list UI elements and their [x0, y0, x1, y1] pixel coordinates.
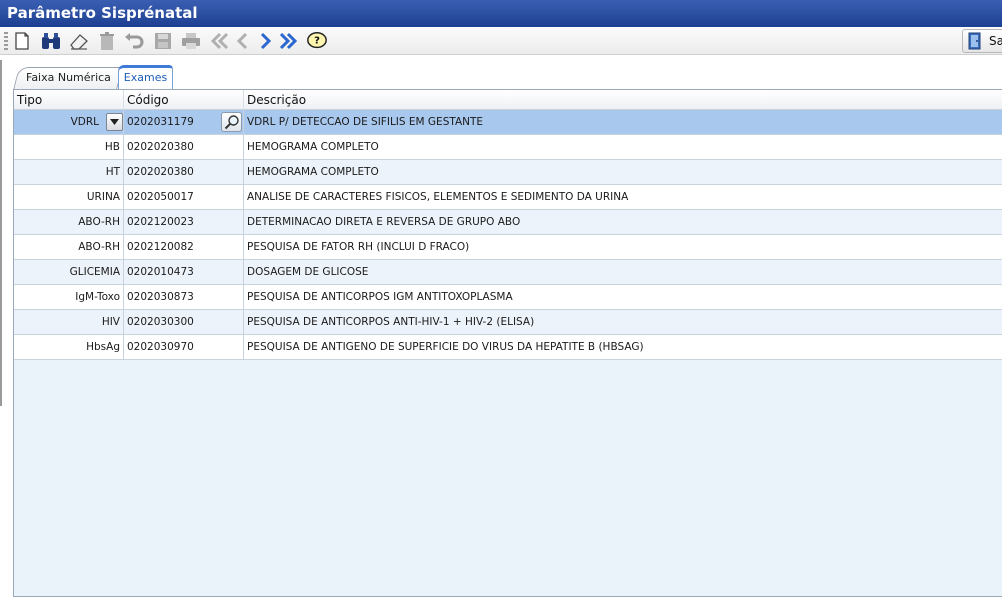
column-header-descricao[interactable]: Descrição: [244, 90, 1002, 110]
exit-door-icon: [968, 32, 981, 50]
help-bubble-icon: ?: [307, 32, 327, 49]
magnifier-icon: [224, 115, 239, 130]
exit-button[interactable]: Sa: [962, 29, 1002, 53]
cell-tipo[interactable]: HT: [14, 160, 124, 184]
help-button[interactable]: ?: [306, 30, 328, 52]
cell-codigo[interactable]: 0202030873: [124, 285, 244, 309]
cell-tipo[interactable]: HIV: [14, 310, 124, 334]
cell-descricao[interactable]: PESQUISA DE ANTICORPOS IGM ANTITOXOPLASM…: [244, 285, 1002, 309]
cell-codigo[interactable]: 0202030970: [124, 335, 244, 359]
exit-button-label: Sa: [989, 34, 1002, 48]
undo-button[interactable]: [123, 30, 145, 52]
chevron-down-icon: [110, 119, 119, 125]
new-button[interactable]: [11, 30, 33, 52]
previous-record-button[interactable]: [232, 30, 254, 52]
cell-tipo[interactable]: GLICEMIA: [14, 260, 124, 284]
table-row[interactable]: ABO-RH 0202120082 PESQUISA DE FATOR RH (…: [14, 235, 1002, 260]
svg-text:?: ?: [314, 36, 320, 47]
cell-tipo[interactable]: HB: [14, 135, 124, 159]
grid-header: Tipo Código Descrição: [14, 90, 1002, 110]
window-title: Parâmetro Sisprénatal: [0, 0, 1002, 27]
eraser-icon: [70, 34, 88, 50]
chevron-left-icon: [236, 32, 248, 50]
table-row[interactable]: ABO-RH 0202120023 DETERMINACAO DIRETA E …: [14, 210, 1002, 235]
undo-icon: [125, 33, 144, 49]
table-row[interactable]: URINA 0202050017 ANALISE DE CARACTERES F…: [14, 185, 1002, 210]
last-record-button[interactable]: [277, 30, 299, 52]
cell-codigo[interactable]: 0202120023: [124, 210, 244, 234]
table-row[interactable]: HbsAg 0202030970 PESQUISA DE ANTIGENO DE…: [14, 335, 1002, 360]
cell-descricao[interactable]: PESQUISA DE ANTICORPOS ANTI-HIV-1 + HIV-…: [244, 310, 1002, 334]
cell-descricao[interactable]: HEMOGRAMA COMPLETO: [244, 160, 1002, 184]
cell-tipo[interactable]: ABO-RH: [14, 235, 124, 259]
tab-exames[interactable]: Exames: [118, 65, 173, 89]
new-document-icon: [15, 32, 29, 50]
tab-exames-label: Exames: [123, 71, 168, 84]
tab-faixa-numerica-label: Faixa Numérica: [25, 71, 111, 84]
column-header-codigo[interactable]: Código: [124, 90, 244, 110]
cell-descricao[interactable]: HEMOGRAMA COMPLETO: [244, 135, 1002, 159]
toolbar: ? Sa: [0, 27, 1002, 55]
cell-codigo[interactable]: 0202120082: [124, 235, 244, 259]
cell-descricao[interactable]: PESQUISA DE ANTIGENO DE SUPERFICIE DO VI…: [244, 335, 1002, 359]
table-row[interactable]: VDRL 0202031179 VDRL P/ DETECCAO DE SIFI…: [14, 110, 1002, 135]
splitter[interactable]: [0, 60, 2, 406]
codigo-lookup-button[interactable]: [221, 112, 242, 132]
cell-codigo[interactable]: 0202010473: [124, 260, 244, 284]
print-button[interactable]: [180, 30, 202, 52]
grid-rows: VDRL 0202031179 VDRL P/ DETECCAO DE SIFI…: [14, 110, 1002, 360]
double-chevron-left-icon: [210, 32, 229, 50]
cell-tipo[interactable]: HbsAg: [14, 335, 124, 359]
cell-descricao[interactable]: VDRL P/ DETECCAO DE SIFILIS EM GESTANTE: [244, 110, 1002, 134]
tipo-dropdown-button[interactable]: [106, 113, 123, 131]
table-row[interactable]: HIV 0202030300 PESQUISA DE ANTICORPOS AN…: [14, 310, 1002, 335]
toolbar-grip[interactable]: [4, 32, 8, 50]
cell-tipo[interactable]: URINA: [14, 185, 124, 209]
delete-button[interactable]: [96, 30, 118, 52]
save-button[interactable]: [152, 30, 174, 52]
cell-codigo[interactable]: 0202050017: [124, 185, 244, 209]
table-row[interactable]: GLICEMIA 0202010473 DOSAGEM DE GLICOSE: [14, 260, 1002, 285]
trash-icon: [100, 32, 114, 50]
cell-tipo[interactable]: IgM-Toxo: [14, 285, 124, 309]
search-button[interactable]: [40, 30, 62, 52]
table-row[interactable]: IgM-Toxo 0202030873 PESQUISA DE ANTICORP…: [14, 285, 1002, 310]
tab-faixa-numerica[interactable]: Faixa Numérica: [13, 67, 123, 89]
next-record-button[interactable]: [254, 30, 276, 52]
cell-tipo[interactable]: ABO-RH: [14, 210, 124, 234]
cell-codigo[interactable]: 0202030300: [124, 310, 244, 334]
printer-icon: [182, 33, 200, 49]
column-header-tipo[interactable]: Tipo: [14, 90, 124, 110]
tab-strip: Faixa Numérica Exames: [0, 55, 1002, 89]
binoculars-icon: [42, 33, 60, 49]
cell-codigo[interactable]: 0202020380: [124, 160, 244, 184]
cell-descricao[interactable]: DOSAGEM DE GLICOSE: [244, 260, 1002, 284]
first-record-button[interactable]: [209, 30, 231, 52]
chevron-right-icon: [260, 32, 272, 50]
double-chevron-right-icon: [279, 32, 298, 50]
cell-codigo[interactable]: 0202020380: [124, 135, 244, 159]
exames-grid: Tipo Código Descrição VDRL 0202031179 VD…: [13, 89, 1002, 597]
table-row[interactable]: HT 0202020380 HEMOGRAMA COMPLETO: [14, 160, 1002, 185]
cell-descricao[interactable]: ANALISE DE CARACTERES FISICOS, ELEMENTOS…: [244, 185, 1002, 209]
edit-button[interactable]: [68, 30, 90, 52]
table-row[interactable]: HB 0202020380 HEMOGRAMA COMPLETO: [14, 135, 1002, 160]
cell-descricao[interactable]: PESQUISA DE FATOR RH (INCLUI D FRACO): [244, 235, 1002, 259]
cell-descricao[interactable]: DETERMINACAO DIRETA E REVERSA DE GRUPO A…: [244, 210, 1002, 234]
save-icon: [155, 33, 171, 49]
